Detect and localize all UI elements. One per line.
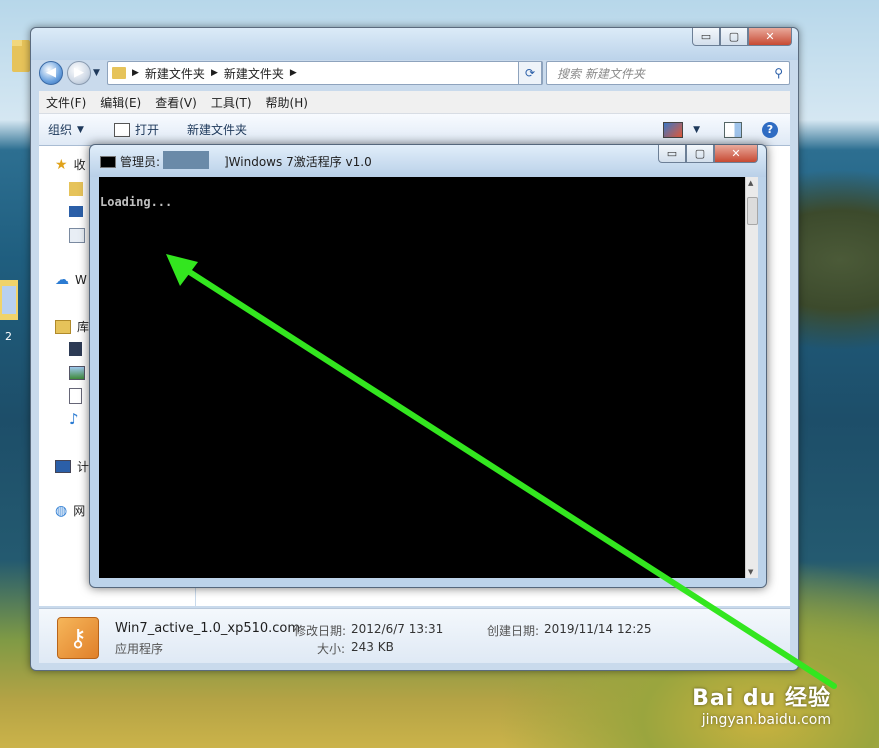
console-title-suffix: ]Windows 7激活程序 v1.0 [224, 155, 372, 169]
back-button[interactable]: ◀ [39, 61, 63, 85]
videos-icon[interactable] [69, 342, 82, 356]
new-folder-label: 新建文件夹 [186, 123, 247, 137]
nav-label-computer: 计 [77, 460, 90, 474]
maximize-button[interactable]: ▢ [720, 28, 748, 46]
watermark-url: jingyan.baidu.com [701, 712, 831, 728]
open-button[interactable]: 打开 [105, 121, 168, 138]
baidu-watermark: Bai du 经验 jingyan.baidu.com [692, 680, 831, 728]
redacted-username [163, 151, 209, 169]
desktop-icon[interactable] [69, 206, 83, 217]
minimize-button[interactable]: ▭ [692, 28, 720, 46]
menu-help[interactable]: 帮助(H) [259, 94, 315, 111]
downloads-icon[interactable] [69, 182, 83, 196]
nav-label-libraries: 库 [77, 320, 90, 334]
pictures-icon[interactable] [69, 366, 85, 380]
console-titlebar[interactable]: 管理员: ]Windows 7激活程序 v1.0 ▭ ▢ ✕ [90, 145, 766, 177]
menu-tools[interactable]: 工具(T) [204, 94, 259, 111]
console-app-icon [100, 156, 116, 168]
nav-item-computer[interactable]: 计 [55, 458, 89, 475]
console-window: 管理员: ]Windows 7激活程序 v1.0 ▭ ▢ ✕ Loading..… [89, 144, 767, 588]
computer-icon [55, 460, 71, 473]
search-input[interactable]: 搜索 新建文件夹 [557, 65, 645, 82]
details-created-value: 2019/11/14 12:25 [544, 622, 652, 636]
breadcrumb-separator: ▶ [289, 68, 297, 78]
preview-pane-icon[interactable] [724, 121, 742, 138]
details-type: 应用程序 [115, 642, 164, 656]
star-icon: ★ [55, 156, 68, 173]
document-stack-icon[interactable] [0, 280, 20, 322]
chevron-down-icon: ▼ [77, 124, 84, 135]
menu-file[interactable]: 文件(F) [39, 94, 93, 111]
folder-icon [112, 67, 126, 79]
details-pane: ⚷ Win7_active_1.0_xp510.com 应用程序 修改日期: 2… [39, 608, 790, 663]
nav-label-network: 网 [73, 504, 86, 518]
recent-pages-dropdown[interactable]: ▼ [93, 68, 100, 78]
command-bar: 组织 ▼ 打开 新建文件夹 ▼ ? [39, 114, 790, 146]
details-filename: Win7_active_1.0_xp510.com [115, 621, 301, 636]
console-app-icon [113, 122, 130, 137]
maximize-button[interactable]: ▢ [686, 145, 714, 163]
menu-edit[interactable]: 编辑(E) [93, 94, 148, 111]
console-output-line: Loading... [100, 195, 173, 209]
details-modified-value: 2012/6/7 13:31 [351, 622, 444, 636]
chevron-down-icon[interactable]: ▼ [693, 125, 700, 135]
nav-label-onedrive: W [75, 273, 87, 287]
search-box[interactable]: 搜索 新建文件夹 ⚲ [546, 61, 790, 85]
nav-item-onedrive[interactable]: ☁ W [55, 272, 87, 288]
refresh-button[interactable]: ⟳ [518, 61, 542, 85]
desktop-side-label: 2 [5, 330, 12, 343]
menu-bar: 文件(F) 编辑(E) 查看(V) 工具(T) 帮助(H) [39, 91, 790, 114]
nav-item-favorites[interactable]: ★ 收 [55, 156, 86, 173]
organize-label: 组织 [48, 123, 73, 137]
view-options-icon[interactable] [663, 121, 684, 138]
library-icon [55, 319, 71, 334]
nav-label-favorites: 收 [73, 158, 86, 172]
console-window-controls: ▭ ▢ ✕ [658, 145, 758, 163]
minimize-button[interactable]: ▭ [658, 145, 686, 163]
recent-places-icon[interactable] [69, 228, 85, 243]
details-created-label: 创建日期: [487, 624, 540, 638]
menu-view[interactable]: 查看(V) [148, 94, 204, 111]
scroll-thumb[interactable] [747, 197, 758, 225]
watermark-brand: Bai du 经验 [692, 686, 831, 711]
breadcrumb-item-2[interactable]: 新建文件夹 [224, 65, 284, 82]
close-button[interactable]: ✕ [748, 28, 792, 46]
open-label: 打开 [134, 123, 159, 137]
app-file-icon: ⚷ [57, 617, 99, 659]
scroll-up-arrow[interactable]: ▲ [748, 179, 753, 187]
breadcrumb-item-1[interactable]: 新建文件夹 [145, 65, 205, 82]
documents-icon[interactable] [69, 388, 82, 404]
organize-button[interactable]: 组织 ▼ [39, 121, 93, 138]
console-scrollbar[interactable]: ▲ ▼ [745, 177, 758, 578]
address-bar[interactable]: ▶ 新建文件夹 ▶ 新建文件夹 ▶ ▼ [107, 61, 543, 85]
breadcrumb-separator: ▶ [132, 68, 139, 78]
nav-item-network[interactable]: ◍ 网 [55, 502, 85, 519]
music-icon[interactable]: ♪ [69, 410, 79, 428]
cloud-icon: ☁ [55, 272, 69, 288]
search-icon[interactable]: ⚲ [774, 66, 783, 80]
explorer-window-controls: ▭ ▢ ✕ [692, 28, 792, 46]
scroll-down-arrow[interactable]: ▼ [748, 568, 753, 576]
details-size-label: 大小: [317, 642, 346, 656]
forward-button[interactable]: ▶ [67, 61, 91, 85]
console-output[interactable]: Loading... [99, 177, 745, 578]
console-title-prefix: 管理员: [120, 155, 161, 169]
details-size-value: 243 KB [351, 640, 394, 654]
help-icon[interactable]: ? [762, 121, 778, 138]
new-folder-button[interactable]: 新建文件夹 [178, 121, 256, 138]
explorer-titlebar[interactable]: ▭ ▢ ✕ [31, 28, 798, 60]
network-icon: ◍ [55, 502, 68, 519]
breadcrumb-separator: ▶ [210, 68, 218, 78]
nav-item-libraries[interactable]: 库 [55, 318, 89, 335]
close-button[interactable]: ✕ [714, 145, 758, 163]
folder-icon[interactable] [10, 36, 32, 76]
details-modified-label: 修改日期: [294, 624, 347, 638]
